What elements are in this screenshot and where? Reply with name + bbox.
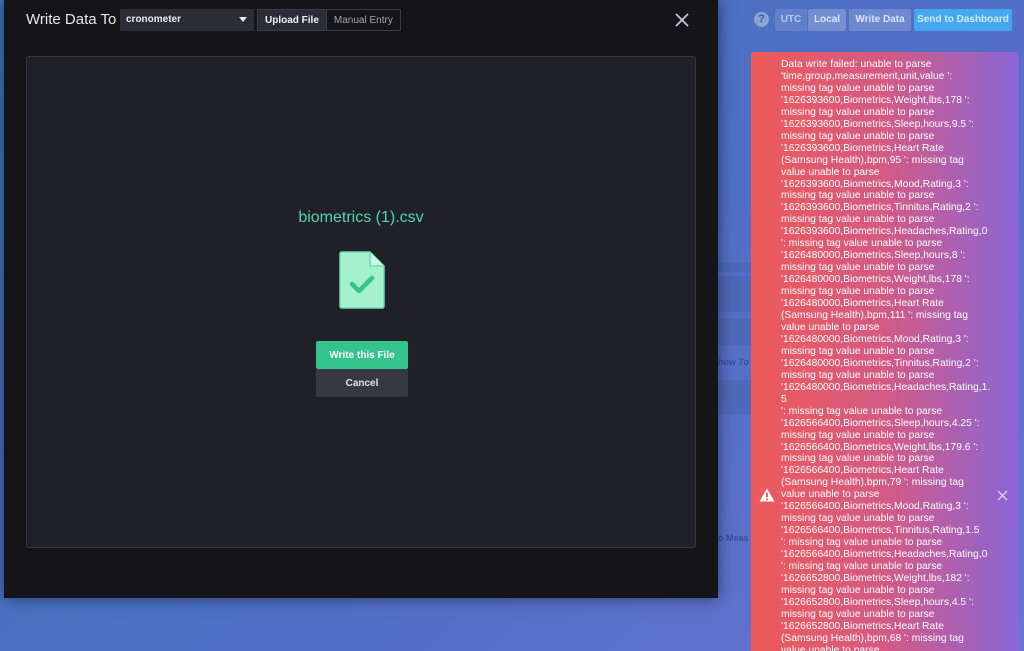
bucket-selected-value: cronometer xyxy=(126,14,182,25)
close-icon[interactable] xyxy=(674,12,690,28)
close-icon[interactable] xyxy=(997,490,1008,501)
background-text-fragment: how To xyxy=(718,357,750,367)
modal-title: Write Data To xyxy=(26,11,117,28)
help-icon[interactable]: ? xyxy=(754,12,769,27)
warning-icon xyxy=(759,488,775,502)
background-row xyxy=(718,380,752,414)
background-row xyxy=(718,276,752,312)
error-message: Data write failed: unable to parse 'time… xyxy=(781,59,991,651)
write-this-file-button[interactable]: Write this File xyxy=(316,341,408,369)
bucket-dropdown[interactable]: cronometer xyxy=(120,9,254,31)
send-to-dashboard-button[interactable]: Send to Dashboard xyxy=(914,9,1012,31)
write-data-modal: Write Data To cronometer Upload File Man… xyxy=(4,0,718,598)
write-data-button[interactable]: Write Data xyxy=(849,9,911,31)
local-toggle[interactable]: Local xyxy=(808,9,846,31)
background-row xyxy=(718,262,752,272)
file-check-icon xyxy=(339,251,385,309)
source-tab-group: Upload File Manual Entry xyxy=(257,9,401,31)
cancel-button[interactable]: Cancel xyxy=(316,369,408,397)
error-notification: Data write failed: unable to parse 'time… xyxy=(751,52,1019,651)
file-dropzone[interactable]: biometrics (1).csv Write this File Cance… xyxy=(26,56,696,548)
tab-manual-entry[interactable]: Manual Entry xyxy=(326,9,401,31)
background-text-fragment: o Meas xyxy=(718,533,749,543)
utc-toggle[interactable]: UTC xyxy=(775,9,807,31)
background-row xyxy=(718,318,752,346)
tab-upload-file[interactable]: Upload File xyxy=(257,9,327,31)
chevron-down-icon xyxy=(239,17,247,22)
file-name: biometrics (1).csv xyxy=(298,209,424,226)
